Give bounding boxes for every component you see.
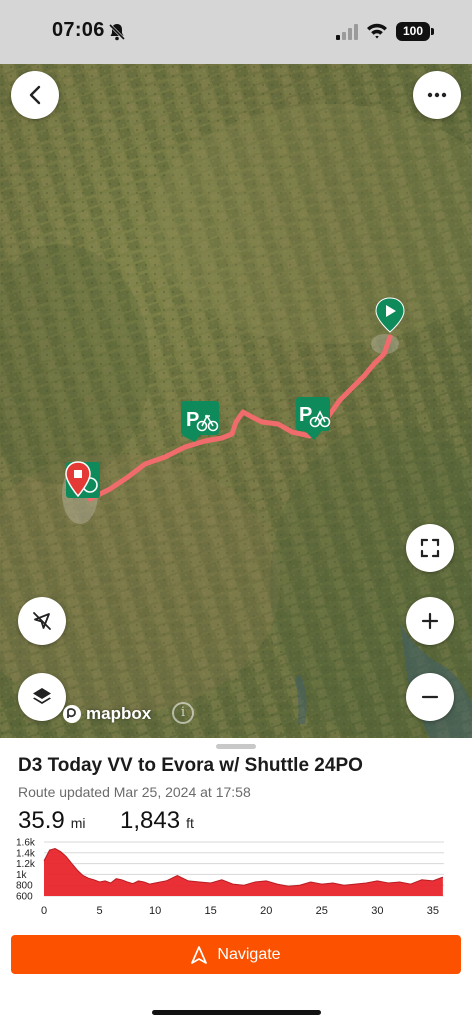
elevation-value: 1,843 (120, 807, 181, 834)
compass-button[interactable] (18, 597, 66, 645)
chart-y-tick-label: 800 (16, 881, 33, 892)
fullscreen-icon (420, 538, 440, 558)
route-updated-text: Route updated Mar 25, 2024 at 17:58 (18, 784, 251, 800)
elevation-unit: ft (186, 815, 194, 831)
chart-x-tick-label: 25 (316, 905, 328, 917)
elevation-stat: 1,843 ft (120, 807, 194, 835)
battery-tip (431, 28, 434, 35)
fullscreen-button[interactable] (406, 524, 454, 572)
distance-value: 35.9 (18, 807, 65, 834)
route-screen: 07:06 100 P P mapbox i D3 Today VV to Ev… (0, 0, 472, 1023)
chart-x-tick-label: 35 (427, 905, 439, 917)
mapbox-logo-text: mapbox (86, 704, 152, 723)
chart-x-tick-label: 5 (96, 905, 102, 917)
chart-y-tick-label: 1.4k (16, 848, 36, 859)
route-details-sheet: D3 Today VV to Evora w/ Shuttle 24PO Rou… (0, 738, 472, 1023)
chart-x-tick-label: 15 (205, 905, 217, 917)
mapbox-logo[interactable]: mapbox (62, 704, 151, 724)
zoom-in-button[interactable] (406, 597, 454, 645)
compass-icon (33, 612, 51, 630)
chart-x-tick-label: 10 (149, 905, 161, 917)
status-time: 07:06 (52, 19, 105, 41)
mapbox-logo-icon (63, 705, 81, 723)
battery-icon: 100 (396, 22, 430, 41)
more-button[interactable] (413, 71, 461, 119)
chart-x-tick-label: 0 (41, 905, 47, 917)
chart-y-tick-label: 1.2k (16, 859, 36, 870)
chart-elevation-area (44, 848, 443, 896)
cellular-signal-icon (336, 24, 358, 40)
chart-y-tick-label: 1k (16, 870, 28, 881)
route-title: D3 Today VV to Evora w/ Shuttle 24PO (18, 755, 363, 776)
layers-button[interactable] (18, 673, 66, 721)
distance-unit: mi (70, 815, 86, 831)
attribution-info-icon[interactable]: i (172, 702, 194, 724)
back-icon (29, 85, 41, 105)
zoom-in-icon (421, 612, 439, 630)
distance-stat: 35.9 mi (18, 807, 86, 835)
zoom-out-icon (421, 695, 439, 699)
chart-elevation-line (43, 847, 444, 887)
chart-x-tick-label: 30 (371, 905, 383, 917)
wifi-icon (367, 23, 387, 39)
home-indicator (152, 1010, 321, 1015)
elevation-profile-chart[interactable]: 1.6k1.4k1.2k1k800600 0 5 10 15 20 25 30 35 (0, 834, 472, 924)
status-bar: 07:06 100 (0, 0, 472, 64)
map-view[interactable]: P P mapbox i (0, 64, 472, 740)
satellite-terrain: P P (0, 64, 472, 740)
navigation-arrow-icon (191, 945, 208, 964)
navigate-label: Navigate (217, 945, 281, 963)
sheet-drag-handle[interactable] (216, 744, 256, 749)
navigate-button[interactable]: Navigate (11, 935, 461, 974)
back-button[interactable] (11, 71, 59, 119)
chart-y-tick-label: 1.6k (16, 838, 36, 849)
more-icon (427, 92, 447, 98)
chart-x-tick-label: 20 (260, 905, 272, 917)
bell-slash-icon (109, 23, 125, 41)
start-marker (65, 461, 100, 498)
layers-icon (33, 688, 51, 704)
chart-y-tick-label: 600 (16, 892, 33, 903)
zoom-out-button[interactable] (406, 673, 454, 721)
